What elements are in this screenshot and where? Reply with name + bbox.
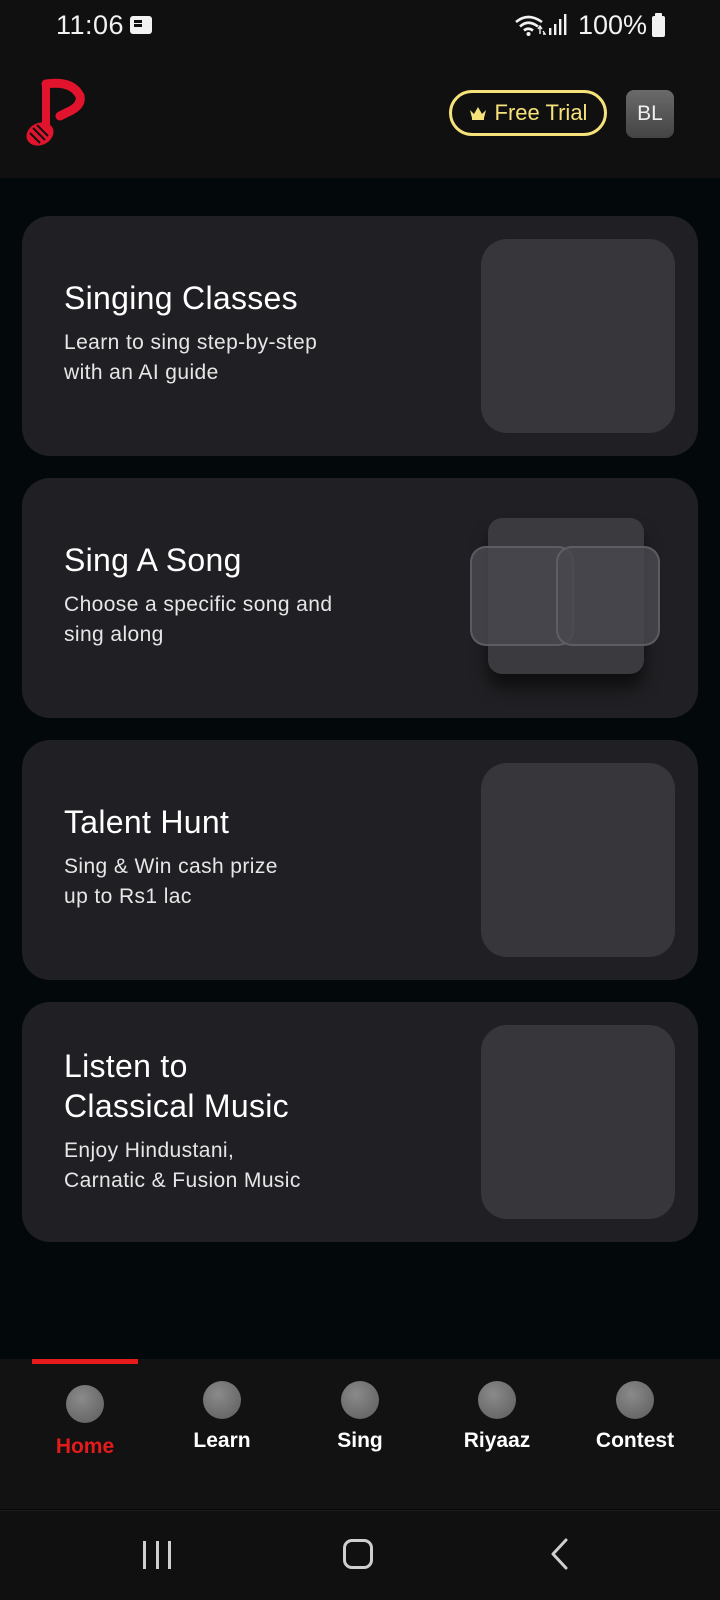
- card-subtitle: Enjoy Hindustani, Carnatic & Fusion Musi…: [64, 1139, 301, 1192]
- learn-nav-icon: [203, 1381, 241, 1419]
- card-text: Singing Classes Learn to sing step-by-st…: [64, 278, 317, 388]
- card-title: Listen to Classical Music: [64, 1048, 289, 1124]
- nav-item-learn[interactable]: Learn: [153, 1381, 291, 1481]
- notification-icon: [130, 16, 152, 34]
- crown-icon: [469, 107, 486, 120]
- nav-label: Sing: [337, 1429, 383, 1452]
- home-screen: 11:06 100% Free Trial BL Singing Classes…: [0, 0, 720, 1600]
- card-title: Singing Classes: [64, 280, 298, 316]
- card-subtitle: Choose a specific song and sing along: [64, 593, 333, 646]
- card-image-placeholder: [481, 1025, 675, 1219]
- status-bar: 11:06 100%: [0, 0, 720, 52]
- nav-item-home[interactable]: Home: [16, 1381, 154, 1481]
- card-image-placeholder: [481, 763, 675, 957]
- riyaaz-nav-icon: [478, 1381, 516, 1419]
- system-nav-bar: [0, 1510, 720, 1600]
- card-subtitle: Sing & Win cash prize up to Rs1 lac: [64, 855, 278, 908]
- card-text: Sing A Song Choose a specific song and s…: [64, 540, 332, 650]
- bottom-nav: Home Learn Sing Riyaaz Contest: [0, 1359, 720, 1509]
- active-tab-indicator: [32, 1359, 138, 1364]
- free-trial-label: Free Trial: [494, 100, 588, 125]
- talent-hunt-card[interactable]: Talent Hunt Sing & Win cash prize up to …: [22, 740, 698, 980]
- classical-music-card[interactable]: Listen to Classical Music Enjoy Hindusta…: [22, 1002, 698, 1242]
- avatar-initials: BL: [637, 102, 663, 125]
- app-header: Free Trial BL: [0, 52, 720, 178]
- singing-classes-card[interactable]: Singing Classes Learn to sing step-by-st…: [22, 216, 698, 456]
- sing-nav-icon: [341, 1381, 379, 1419]
- home-nav-icon: [66, 1385, 104, 1423]
- card-title: Sing A Song: [64, 542, 242, 578]
- card-image-placeholder: [481, 239, 675, 433]
- free-trial-button[interactable]: Free Trial: [449, 90, 607, 136]
- card-text: Talent Hunt Sing & Win cash prize up to …: [64, 802, 278, 912]
- nav-item-contest[interactable]: Contest: [566, 1381, 704, 1481]
- home-icon[interactable]: [343, 1539, 373, 1569]
- nav-label: Learn: [193, 1429, 251, 1452]
- sing-a-song-card[interactable]: Sing A Song Choose a specific song and s…: [22, 478, 698, 718]
- card-title: Talent Hunt: [64, 804, 230, 840]
- nav-item-riyaaz[interactable]: Riyaaz: [428, 1381, 566, 1481]
- battery-icon: [652, 13, 665, 37]
- back-icon[interactable]: [548, 1537, 572, 1571]
- song-stack-image: [470, 518, 682, 688]
- battery-percentage: 100%: [578, 10, 648, 40]
- stack-right-tile: [556, 546, 660, 646]
- nav-label: Riyaaz: [463, 1429, 531, 1452]
- wifi-icon: [515, 15, 546, 36]
- nav-label: Home: [55, 1435, 115, 1458]
- recents-icon[interactable]: [143, 1541, 171, 1569]
- status-time: 11:06: [56, 10, 125, 40]
- music-note-logo[interactable]: [24, 78, 86, 150]
- nav-label: Contest: [595, 1429, 675, 1452]
- avatar[interactable]: BL: [626, 90, 674, 138]
- card-text: Listen to Classical Music Enjoy Hindusta…: [64, 1046, 301, 1196]
- contest-nav-icon: [616, 1381, 654, 1419]
- nav-item-sing[interactable]: Sing: [291, 1381, 429, 1481]
- signal-icon: [549, 14, 567, 35]
- card-subtitle: Learn to sing step-by-step with an AI gu…: [64, 331, 318, 384]
